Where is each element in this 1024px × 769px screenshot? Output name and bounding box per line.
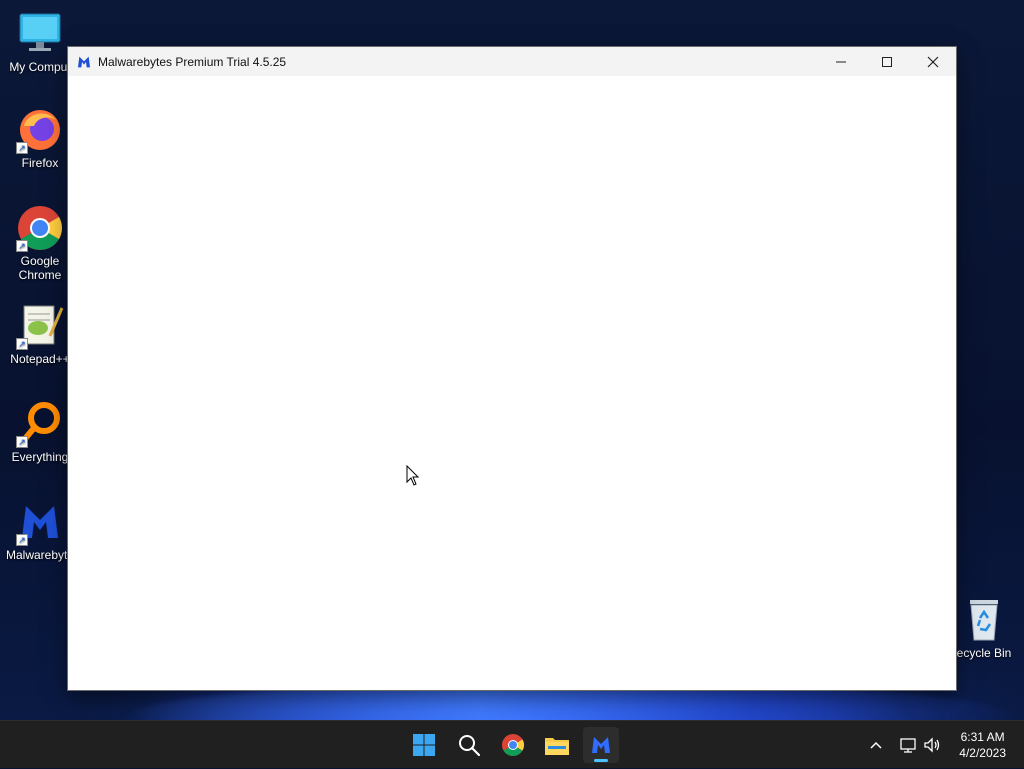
mouse-pointer-icon bbox=[406, 464, 420, 492]
firefox-icon: ↗ bbox=[16, 106, 64, 154]
close-button[interactable] bbox=[910, 47, 956, 76]
window-titlebar[interactable]: Malwarebytes Premium Trial 4.5.25 bbox=[68, 47, 956, 76]
taskbar: 6:31 AM 4/2/2023 bbox=[0, 720, 1024, 768]
file-explorer-icon bbox=[545, 738, 569, 755]
chrome-icon: ↗ bbox=[16, 204, 64, 252]
active-app-indicator bbox=[594, 759, 608, 762]
minimize-icon bbox=[836, 61, 846, 62]
shortcut-arrow-icon: ↗ bbox=[16, 142, 28, 154]
tray-overflow-button[interactable] bbox=[866, 721, 886, 769]
shortcut-arrow-icon: ↗ bbox=[16, 534, 28, 546]
desktop-icon-label: Google Chrome bbox=[18, 254, 62, 282]
taskbar-clock[interactable]: 6:31 AM 4/2/2023 bbox=[959, 729, 1006, 761]
close-icon bbox=[927, 56, 939, 67]
window-title: Malwarebytes Premium Trial 4.5.25 bbox=[98, 54, 287, 69]
desktop-icon-label: ecycle Bin bbox=[956, 646, 1012, 660]
minimize-button[interactable] bbox=[818, 47, 864, 76]
maximize-icon bbox=[882, 56, 892, 67]
search-icon bbox=[459, 735, 481, 757]
desktop-icon-recycle-bin[interactable]: ecycle Bin bbox=[944, 596, 1024, 660]
tray-network-button[interactable] bbox=[898, 721, 918, 769]
chrome-icon bbox=[502, 734, 524, 756]
shortcut-arrow-icon: ↗ bbox=[16, 338, 28, 350]
chevron-up-icon bbox=[870, 741, 882, 749]
notepadpp-icon: ↗ bbox=[16, 302, 64, 350]
taskbar-malwarebytes-button[interactable] bbox=[583, 727, 619, 763]
start-icon bbox=[413, 734, 435, 756]
taskbar-search-button[interactable] bbox=[451, 727, 487, 763]
malwarebytes-window[interactable]: Malwarebytes Premium Trial 4.5.25 bbox=[68, 47, 956, 690]
network-icon bbox=[900, 738, 916, 753]
taskbar-start-button[interactable] bbox=[406, 727, 442, 763]
malwarebytes-icon bbox=[76, 54, 92, 70]
malwarebytes-icon: ↗ bbox=[16, 498, 64, 546]
clock-date: 4/2/2023 bbox=[959, 746, 1006, 760]
tray-volume-button[interactable] bbox=[922, 721, 942, 769]
clock-time: 6:31 AM bbox=[960, 730, 1005, 744]
recycle-bin-icon bbox=[960, 596, 1008, 644]
malwarebytes-icon bbox=[592, 737, 610, 753]
taskbar-file-explorer-button[interactable] bbox=[539, 727, 575, 763]
monitor-icon bbox=[16, 10, 64, 58]
maximize-button[interactable] bbox=[864, 47, 910, 76]
shortcut-arrow-icon: ↗ bbox=[16, 436, 28, 448]
everything-icon: ↗ bbox=[16, 400, 64, 448]
volume-icon bbox=[924, 737, 940, 753]
taskbar-chrome-button[interactable] bbox=[495, 727, 531, 763]
shortcut-arrow-icon: ↗ bbox=[16, 240, 28, 252]
window-content-area bbox=[68, 76, 956, 690]
